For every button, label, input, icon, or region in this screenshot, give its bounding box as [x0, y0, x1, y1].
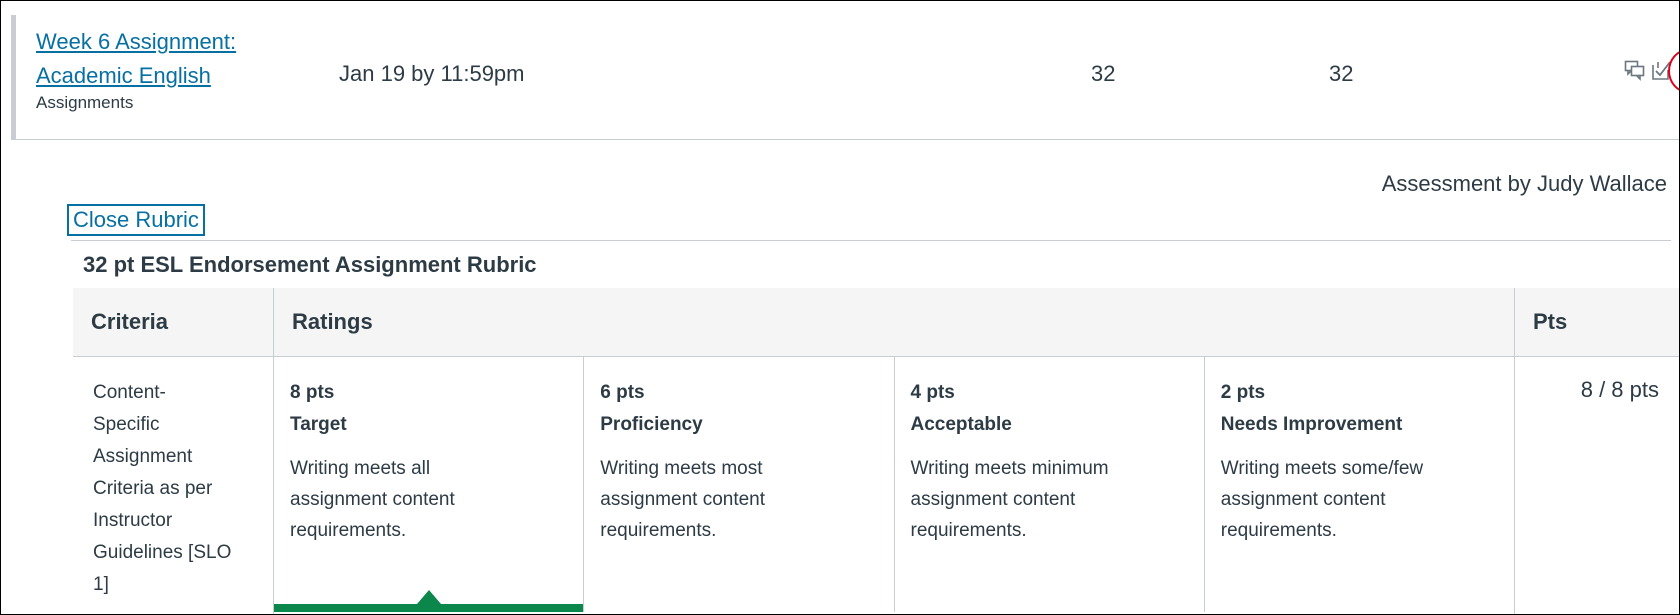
- criterion-line: Assignment: [93, 446, 193, 467]
- criterion-line: Instructor: [93, 510, 173, 531]
- criterion-points: 8 / 8 pts: [1514, 356, 1679, 614]
- rating-description: Writing meets all assignment content req…: [290, 458, 455, 541]
- ratings-list: 8 pts Target Writing meets all assignmen…: [274, 357, 1514, 612]
- close-rubric-button[interactable]: Close Rubric: [67, 204, 205, 236]
- assessment-by: Assessment by Judy Wallace: [1381, 171, 1667, 196]
- row-icons: [1624, 49, 1679, 93]
- rating-proficiency[interactable]: 6 pts Proficiency Writing meets most ass…: [583, 357, 893, 612]
- assignment-row: Week 6 Assignment: Academic English Assi…: [11, 15, 1679, 140]
- criterion-line: 1]: [93, 574, 109, 595]
- rating-description: Writing meets some/few assignment conten…: [1220, 458, 1424, 541]
- divider: [71, 240, 1671, 241]
- rating-points: 6 pts: [600, 382, 645, 403]
- criterion-line: Guidelines [SLO: [93, 542, 232, 563]
- rating-points: 8 pts: [290, 382, 335, 403]
- highlight-circle: [1668, 49, 1679, 93]
- rating-points: 2 pts: [1220, 382, 1266, 403]
- assignment-title-link[interactable]: Week 6 Assignment: Academic English: [36, 25, 296, 93]
- due-date: Jan 19 by 11:59pm: [339, 61, 525, 86]
- rating-description: Writing meets most assignment content re…: [600, 458, 766, 541]
- rating-points: 4 pts: [910, 382, 955, 403]
- criterion-line: Criteria as per: [93, 478, 213, 499]
- rating-name: Acceptable: [910, 414, 1012, 435]
- ratings-cell: 8 pts Target Writing meets all assignmen…: [273, 356, 1515, 614]
- criteria-header: Criteria: [73, 288, 274, 357]
- criterion-line: Specific: [93, 414, 160, 435]
- rubric-icon-button[interactable]: [1668, 49, 1679, 93]
- criterion-line: Content-: [93, 382, 166, 403]
- assignment-title-line1[interactable]: Week 6 Assignment:: [36, 25, 296, 59]
- rubric-header-row: Criteria Ratings Pts: [73, 288, 1679, 357]
- ratings-header: Ratings: [273, 288, 1515, 357]
- rubric-table: Criteria Ratings Pts Content- Specific A…: [73, 288, 1679, 615]
- screenshot-frame: Week 6 Assignment: Academic English Assi…: [0, 0, 1680, 615]
- rating-target[interactable]: 8 pts Target Writing meets all assignmen…: [274, 357, 584, 612]
- criterion-description: Content- Specific Assignment Criteria as…: [73, 357, 274, 615]
- pts-header: Pts: [1514, 288, 1679, 357]
- assignment-category: Assignments: [36, 93, 134, 112]
- selected-indicator-arrow: [416, 590, 441, 604]
- rubric-title: 32 pt ESL Endorsement Assignment Rubric: [83, 252, 537, 277]
- score: 32: [1091, 61, 1116, 86]
- rating-name: Target: [290, 414, 347, 435]
- rating-description: Writing meets minimum assignment content…: [910, 458, 1109, 541]
- rating-name: Proficiency: [600, 414, 703, 435]
- selected-indicator-bar: [274, 604, 584, 612]
- rubric-criterion-row: Content- Specific Assignment Criteria as…: [73, 356, 1679, 615]
- points-possible: 32: [1329, 61, 1354, 86]
- rating-name: Needs Improvement: [1220, 414, 1403, 435]
- rating-needs-improvement[interactable]: 2 pts Needs Improvement Writing meets so…: [1203, 357, 1514, 612]
- assignment-title-line2[interactable]: Academic English: [36, 59, 296, 93]
- comment-icon[interactable]: [1624, 59, 1646, 81]
- rating-acceptable[interactable]: 4 pts Acceptable Writing meets minimum a…: [893, 357, 1204, 612]
